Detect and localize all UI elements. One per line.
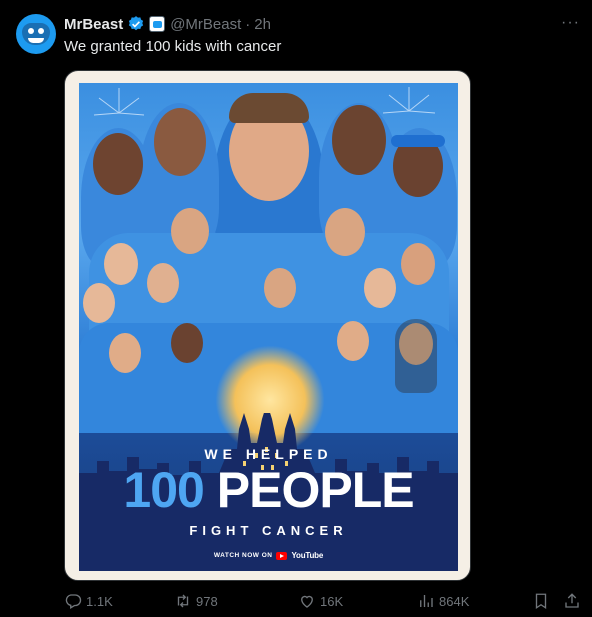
views-button[interactable]: 864K xyxy=(417,592,469,610)
like-count: 16K xyxy=(320,593,344,609)
verified-badge-icon xyxy=(129,16,144,31)
youtube-play-icon xyxy=(276,551,288,560)
reply-count: 1.1K xyxy=(86,593,113,609)
tweet-media[interactable]: WE HELPED 100 PEOPLE FIGHT CANCER WATCH … xyxy=(64,70,471,581)
face-low-4 xyxy=(337,321,369,361)
youtube-wordmark: YouTube xyxy=(291,551,324,560)
reply-icon xyxy=(65,594,82,609)
face-mid-1 xyxy=(104,243,138,285)
action-bar: 1.1K 978 16K 864K xyxy=(64,592,584,612)
tweet-text: We granted 100 kids with cancer xyxy=(64,38,282,55)
watch-now-text: WATCH NOW ON xyxy=(213,552,273,559)
reply-button[interactable]: 1.1K xyxy=(64,592,113,610)
face-mid-3 xyxy=(325,208,365,256)
face-mid-5 xyxy=(147,263,179,303)
separator: · xyxy=(245,15,251,33)
tweet-header: MrBeast @MrBeast · 2h xyxy=(64,14,271,34)
hair-main xyxy=(229,93,309,123)
views-icon xyxy=(420,595,433,607)
face-mid-6 xyxy=(264,268,296,308)
face-left-2 xyxy=(93,133,143,195)
poster-line-we-helped: WE HELPED xyxy=(204,446,333,462)
face-low-1 xyxy=(83,283,115,323)
hair-low-5 xyxy=(395,319,437,393)
views-count: 864K xyxy=(439,593,470,609)
display-name[interactable]: MrBeast xyxy=(64,16,123,33)
bookmark-button[interactable] xyxy=(532,592,550,610)
headband-right-2 xyxy=(391,135,445,147)
avatar-eye-right xyxy=(38,28,44,34)
share-button[interactable] xyxy=(563,592,581,610)
poster-line-fight-cancer: FIGHT CANCER xyxy=(189,523,348,538)
repost-count: 978 xyxy=(196,593,218,609)
repost-button[interactable]: 978 xyxy=(174,592,218,610)
avatar[interactable] xyxy=(16,14,56,54)
face-left-1 xyxy=(154,108,206,176)
face-mid-4 xyxy=(401,243,435,285)
avatar-mouth xyxy=(28,38,44,43)
poster-image: WE HELPED 100 PEOPLE FIGHT CANCER WATCH … xyxy=(79,83,458,571)
face-mid-2 xyxy=(171,208,209,254)
handle[interactable]: @MrBeast xyxy=(170,16,241,33)
bookmark-icon xyxy=(535,593,547,610)
face-mid-7 xyxy=(364,268,396,308)
face-right-1 xyxy=(332,105,386,175)
avatar-eye-left xyxy=(28,28,34,34)
timestamp[interactable]: 2h xyxy=(254,16,271,33)
face-low-3 xyxy=(171,323,203,363)
repost-icon xyxy=(177,594,189,608)
poster-headline: 100 PEOPLE xyxy=(79,461,458,519)
like-icon xyxy=(301,595,313,608)
face-low-2 xyxy=(109,333,141,373)
share-icon xyxy=(565,593,579,608)
poster-number: 100 xyxy=(123,462,204,518)
poster-people: PEOPLE xyxy=(216,462,415,518)
affiliate-badge-icon[interactable] xyxy=(149,16,166,32)
like-button[interactable]: 16K xyxy=(298,592,343,610)
poster-watch-now: WATCH NOW ON YouTube xyxy=(79,551,458,560)
more-icon[interactable]: ··· xyxy=(561,14,580,32)
